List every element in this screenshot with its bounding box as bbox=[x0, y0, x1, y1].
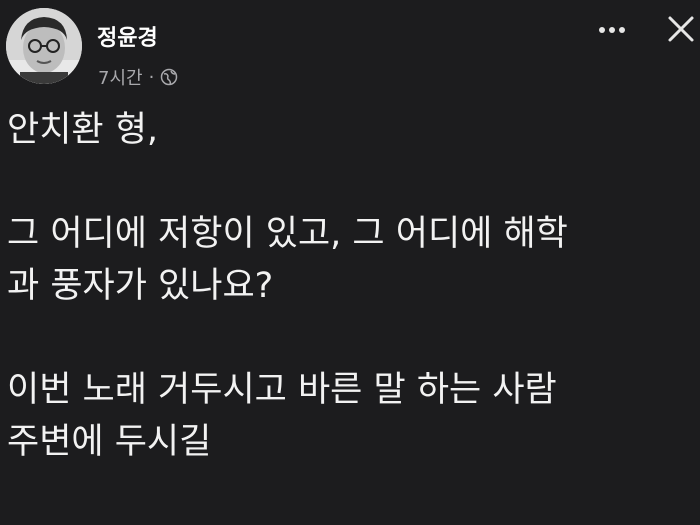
more-horizontal-icon[interactable] bbox=[594, 16, 630, 44]
post-line: 주변에 두시길 bbox=[7, 422, 212, 462]
close-icon[interactable] bbox=[664, 12, 698, 46]
avatar[interactable] bbox=[6, 8, 82, 84]
post-meta: 7시간 · bbox=[98, 64, 178, 90]
post-time[interactable]: 7시간 bbox=[98, 64, 143, 90]
author-name[interactable]: 정윤경 bbox=[97, 20, 158, 52]
globe-icon[interactable] bbox=[160, 68, 178, 86]
post-text: 안치환 형, 그 어디에 저항이 있고, 그 어디에 해학 과 풍자가 있나요?… bbox=[7, 104, 697, 468]
post-line: 그 어디에 저항이 있고, 그 어디에 해학 bbox=[7, 214, 568, 254]
post-line: 과 풍자가 있나요? bbox=[7, 266, 274, 306]
avatar-image bbox=[6, 8, 82, 84]
post-line: 이번 노래 거두시고 바른 말 하는 사람 bbox=[7, 370, 557, 410]
post-line: 안치환 형, bbox=[7, 110, 159, 150]
meta-separator: · bbox=[148, 66, 155, 88]
post-header: 정윤경 7시간 · bbox=[0, 0, 700, 100]
